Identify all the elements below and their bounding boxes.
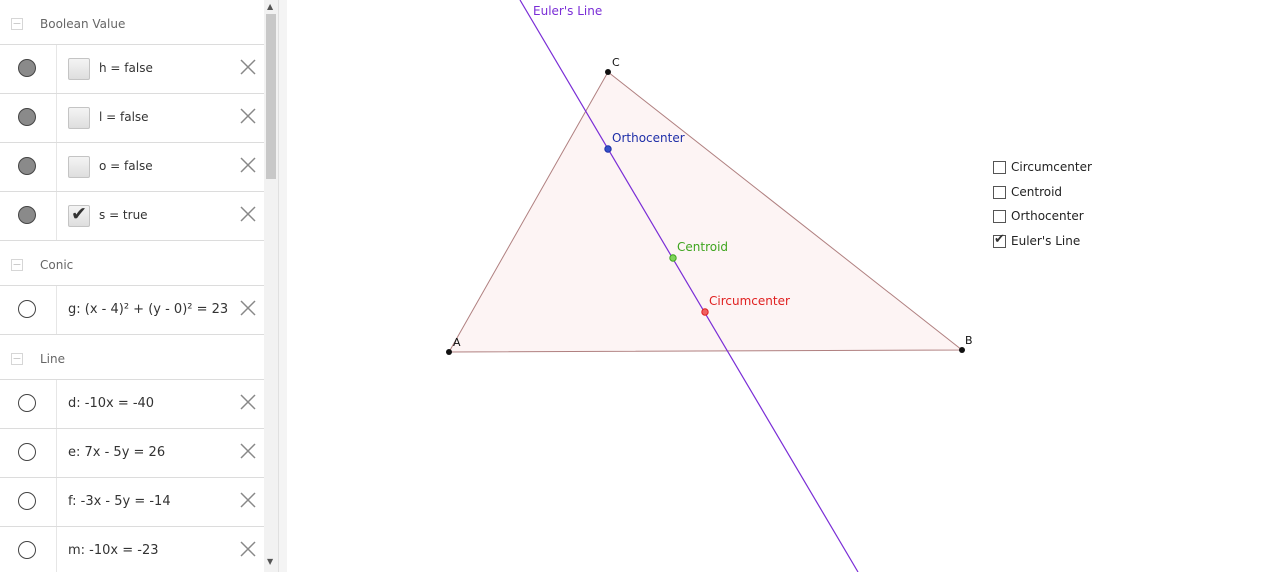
algebra-row-h[interactable]: h = false <box>0 45 264 94</box>
circumcenter-label: Circumcenter <box>709 294 790 308</box>
marker-column <box>0 94 57 142</box>
marker-column <box>0 478 57 526</box>
marker-column <box>0 286 57 334</box>
group-title: Boolean Value <box>40 17 126 31</box>
checkbox[interactable] <box>993 185 1006 199</box>
visibility-toggle[interactable] <box>18 394 36 412</box>
group-header-boolean-value[interactable]: − Boolean Value <box>0 0 264 45</box>
group-header-conic[interactable]: − Conic <box>0 241 264 286</box>
collapse-icon[interactable]: − <box>11 259 23 271</box>
point-a-label: A <box>453 336 461 349</box>
algebra-row-e[interactable]: e: 7x - 5y = 26 <box>0 429 264 478</box>
orthocenter-point[interactable] <box>604 145 612 153</box>
delete-icon[interactable] <box>239 58 257 76</box>
algebra-row-d[interactable]: d: -10x = -40 <box>0 380 264 429</box>
checkbox[interactable] <box>993 210 1006 223</box>
collapse-icon[interactable]: − <box>11 18 23 30</box>
algebra-expression[interactable]: h = false <box>99 61 153 75</box>
algebra-row-m[interactable]: m: -10x = -23 <box>0 527 264 572</box>
checkbox-label[interactable]: Orthocenter <box>1011 209 1084 223</box>
algebra-expression[interactable]: s = true <box>99 208 148 222</box>
algebra-expression[interactable]: o = false <box>99 159 153 173</box>
visibility-toggle[interactable] <box>18 492 36 510</box>
euler-line-label: Euler's Line <box>533 4 602 18</box>
visibility-toggle[interactable] <box>18 59 36 77</box>
scrollbar-thumb[interactable] <box>266 14 276 179</box>
delete-icon[interactable] <box>239 491 257 509</box>
marker-column <box>0 380 57 428</box>
algebra-row-f[interactable]: f: -3x - 5y = -14 <box>0 478 264 527</box>
delete-icon[interactable] <box>239 299 257 317</box>
group-title: Line <box>40 352 66 366</box>
boolean-checkbox-s[interactable]: ✔ <box>68 203 90 227</box>
algebra-row-s[interactable]: ✔ s = true <box>0 192 264 241</box>
algebra-expression[interactable]: l = false <box>99 110 149 124</box>
marker-column <box>0 45 57 93</box>
boolean-checkbox-h[interactable] <box>68 58 90 80</box>
visibility-toggle[interactable] <box>18 206 36 224</box>
group-title: Conic <box>40 258 74 272</box>
delete-icon[interactable] <box>239 156 257 174</box>
algebra-scrollbar[interactable]: ▲ ▼ <box>264 0 278 572</box>
group-header-line[interactable]: − Line <box>0 335 264 380</box>
checkmark-icon: ✔ <box>71 203 87 225</box>
delete-icon[interactable] <box>239 442 257 460</box>
visibility-toggle[interactable] <box>18 541 36 559</box>
marker-column <box>0 429 57 477</box>
scroll-up-arrow-icon[interactable]: ▲ <box>267 2 273 11</box>
checkbox-label[interactable]: Euler's Line <box>1011 234 1080 248</box>
algebra-expression[interactable]: g: (x - 4)² + (y - 0)² = 23 <box>68 302 228 317</box>
visibility-toggle[interactable] <box>18 443 36 461</box>
graphics-view[interactable]: Euler's Line A B C Orthocenter Centroid … <box>286 0 1280 572</box>
point-c[interactable] <box>605 69 611 75</box>
circumcenter-point[interactable] <box>701 308 709 316</box>
visibility-toggle[interactable] <box>18 300 36 318</box>
scroll-down-arrow-icon[interactable]: ▼ <box>267 557 273 566</box>
delete-icon[interactable] <box>239 107 257 125</box>
checkmark-icon: ✔ <box>994 231 1005 247</box>
algebra-expression[interactable]: f: -3x - 5y = -14 <box>68 494 171 509</box>
algebra-expression[interactable]: d: -10x = -40 <box>68 396 154 411</box>
delete-icon[interactable] <box>239 393 257 411</box>
algebra-row-l[interactable]: l = false <box>0 94 264 143</box>
marker-column <box>0 527 57 572</box>
centroid-label: Centroid <box>677 240 728 254</box>
algebra-expression[interactable]: e: 7x - 5y = 26 <box>68 445 165 460</box>
marker-column <box>0 192 57 240</box>
point-a[interactable] <box>446 349 452 355</box>
centroid-point[interactable] <box>669 254 677 262</box>
algebra-expression[interactable]: m: -10x = -23 <box>68 543 159 558</box>
algebra-view: − Boolean Value h = false l = false o = … <box>0 0 264 572</box>
checkbox-label[interactable]: Centroid <box>1011 185 1062 199</box>
boolean-checkbox-o[interactable] <box>68 156 90 178</box>
orthocenter-label: Orthocenter <box>612 131 685 145</box>
point-b[interactable] <box>959 347 965 353</box>
point-b-label: B <box>965 334 973 347</box>
collapse-icon[interactable]: − <box>11 353 23 365</box>
delete-icon[interactable] <box>239 205 257 223</box>
visibility-toggle[interactable] <box>18 108 36 126</box>
point-c-label: C <box>612 56 620 69</box>
visibility-toggle[interactable] <box>18 157 36 175</box>
boolean-checkbox-l[interactable] <box>68 107 90 129</box>
checkbox-label[interactable]: Circumcenter <box>1011 160 1092 174</box>
checkbox[interactable] <box>993 161 1006 174</box>
marker-column <box>0 143 57 191</box>
algebra-row-o[interactable]: o = false <box>0 143 264 192</box>
delete-icon[interactable] <box>239 540 257 558</box>
checkbox[interactable]: ✔ <box>993 231 1006 248</box>
algebra-row-g[interactable]: g: (x - 4)² + (y - 0)² = 23 <box>0 286 264 335</box>
